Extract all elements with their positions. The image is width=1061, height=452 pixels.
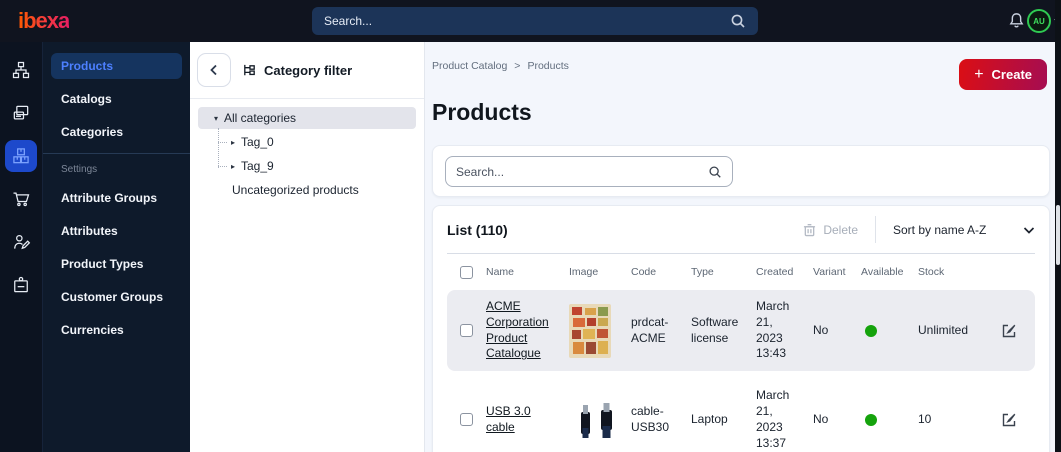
top-bar: ibexa AU	[0, 0, 1061, 42]
sidebar-item-attribute-groups[interactable]: Attribute Groups	[51, 185, 182, 211]
col-code: Code	[631, 266, 657, 278]
product-code: prdcat-ACME	[631, 314, 669, 345]
rail-item-orders[interactable]	[0, 177, 42, 220]
table-row: USB 3.0 cable cable-USB30 Laptop March 2…	[447, 379, 1035, 452]
col-available: Available	[861, 266, 904, 278]
plus-icon: +	[974, 65, 984, 83]
edit-icon[interactable]	[1001, 323, 1017, 339]
search-icon	[709, 165, 721, 178]
edit-icon[interactable]	[1001, 412, 1017, 428]
user-avatar[interactable]: AU	[1027, 9, 1051, 33]
sidebar-item-categories[interactable]: Categories	[51, 119, 182, 145]
products-boxes-icon	[13, 147, 29, 163]
notifications-bell-icon[interactable]	[1008, 12, 1025, 29]
tree-item-tag9[interactable]: ▸ Tag_9	[198, 155, 416, 177]
sort-dropdown[interactable]: Sort by name A-Z	[893, 223, 1035, 237]
product-variant: No	[813, 322, 829, 337]
row-checkbox[interactable]	[460, 324, 473, 338]
breadcrumb: Product Catalog > Products	[432, 60, 569, 72]
collapse-panel-button[interactable]	[197, 53, 231, 87]
row-checkbox[interactable]	[460, 413, 473, 427]
chevron-left-icon	[210, 64, 217, 76]
cart-icon	[13, 192, 30, 206]
content-tree-icon	[12, 61, 30, 78]
product-type: Laptop	[691, 412, 728, 427]
sidebar-item-currencies[interactable]: Currencies	[51, 317, 182, 343]
menu-section-settings: Settings	[61, 164, 98, 175]
customer-edit-icon	[14, 234, 31, 249]
category-tree-icon	[244, 64, 255, 75]
rail-item-company[interactable]	[0, 263, 42, 306]
sidebar-item-customer-groups[interactable]: Customer Groups	[51, 284, 182, 310]
tree-item-all-categories[interactable]: ▾ All categories	[198, 107, 416, 129]
header-divider	[875, 216, 876, 243]
product-stock: Unlimited	[918, 322, 969, 337]
col-type: Type	[691, 266, 714, 278]
breadcrumb-current: Products	[527, 60, 569, 72]
sidebar-item-products[interactable]: Products	[51, 53, 182, 79]
rail-item-customers[interactable]	[0, 220, 42, 263]
tree-item-uncategorized[interactable]: Uncategorized products	[198, 179, 416, 201]
table-row: ACME Corporation Product Catalogue prdca…	[447, 290, 1035, 372]
scrollbar-thumb[interactable]	[1056, 205, 1060, 265]
select-all-checkbox[interactable]	[460, 265, 473, 279]
sidebar-menu: Products Catalogs Categories Settings At…	[42, 42, 190, 452]
col-name: Name	[486, 266, 515, 278]
product-search-card	[432, 145, 1050, 197]
sidebar-item-product-types[interactable]: Product Types	[51, 251, 182, 277]
breadcrumb-separator: >	[514, 60, 521, 72]
product-thumbnail-usb-cable	[569, 397, 625, 442]
product-created: March 21, 2023 13:43	[756, 299, 790, 361]
rail-item-products[interactable]	[0, 134, 42, 177]
badge-icon	[14, 276, 28, 292]
create-button[interactable]: + Create	[959, 59, 1047, 90]
product-code: cable-USB30	[631, 404, 670, 434]
product-variant: No	[813, 412, 829, 427]
caret-right-icon[interactable]: ▸	[227, 138, 239, 147]
product-search-field[interactable]	[445, 156, 733, 187]
ibexa-logo: ibexa	[18, 8, 70, 33]
global-search-input[interactable]	[324, 14, 730, 28]
product-stock: 10	[918, 412, 932, 427]
product-search-input[interactable]	[456, 164, 708, 179]
breadcrumb-parent[interactable]: Product Catalog	[432, 60, 507, 72]
avatar-initials: AU	[1033, 16, 1045, 26]
page-title: Products	[432, 99, 532, 125]
category-tree: ▾ All categories ▸ Tag_0 ▸ Tag_9 Uncateg…	[190, 99, 424, 211]
table-header-row: Name Image Code Type Created Variant Ava…	[447, 254, 1035, 290]
sidebar-item-attributes[interactable]: Attributes	[51, 218, 182, 244]
category-filter-panel: Category filter ▾ All categories ▸ Tag_0…	[190, 42, 425, 452]
global-search[interactable]	[312, 7, 758, 35]
menu-divider	[43, 153, 190, 154]
scrollbar-track[interactable]	[1055, 0, 1061, 452]
col-image: Image	[569, 266, 599, 278]
tree-item-tag0[interactable]: ▸ Tag_0	[198, 131, 416, 153]
caret-right-icon[interactable]: ▸	[227, 162, 239, 171]
chevron-down-icon	[1023, 226, 1035, 234]
pages-icon	[13, 105, 29, 119]
product-link[interactable]: USB 3.0 cable	[486, 404, 531, 434]
product-thumbnail-catalogue	[569, 303, 611, 358]
product-created: March 21, 2023 13:37	[756, 388, 790, 450]
category-filter-title: Category filter	[242, 63, 352, 78]
trash-icon	[804, 223, 816, 236]
rail-item-pages[interactable]	[0, 91, 42, 134]
search-icon	[731, 14, 745, 28]
main-content: Product Catalog > Products + Create Prod…	[425, 42, 1055, 452]
caret-down-icon[interactable]: ▾	[210, 114, 222, 123]
available-status-dot	[865, 413, 877, 426]
list-title: List (110)	[447, 221, 508, 238]
product-list-card: List (110) Delete Sort by name A-Z Name …	[432, 205, 1050, 452]
sidebar-item-catalogs[interactable]: Catalogs	[51, 86, 182, 112]
col-created: Created	[756, 266, 794, 278]
col-stock: Stock	[918, 266, 945, 278]
col-variant: Variant	[813, 266, 846, 278]
delete-button[interactable]: Delete	[803, 223, 858, 237]
product-link[interactable]: ACME Corporation Product Catalogue	[486, 299, 549, 360]
icon-rail	[0, 42, 42, 452]
rail-item-content-tree[interactable]	[0, 48, 42, 91]
available-status-dot	[865, 324, 877, 337]
product-type: Software license	[691, 314, 739, 345]
